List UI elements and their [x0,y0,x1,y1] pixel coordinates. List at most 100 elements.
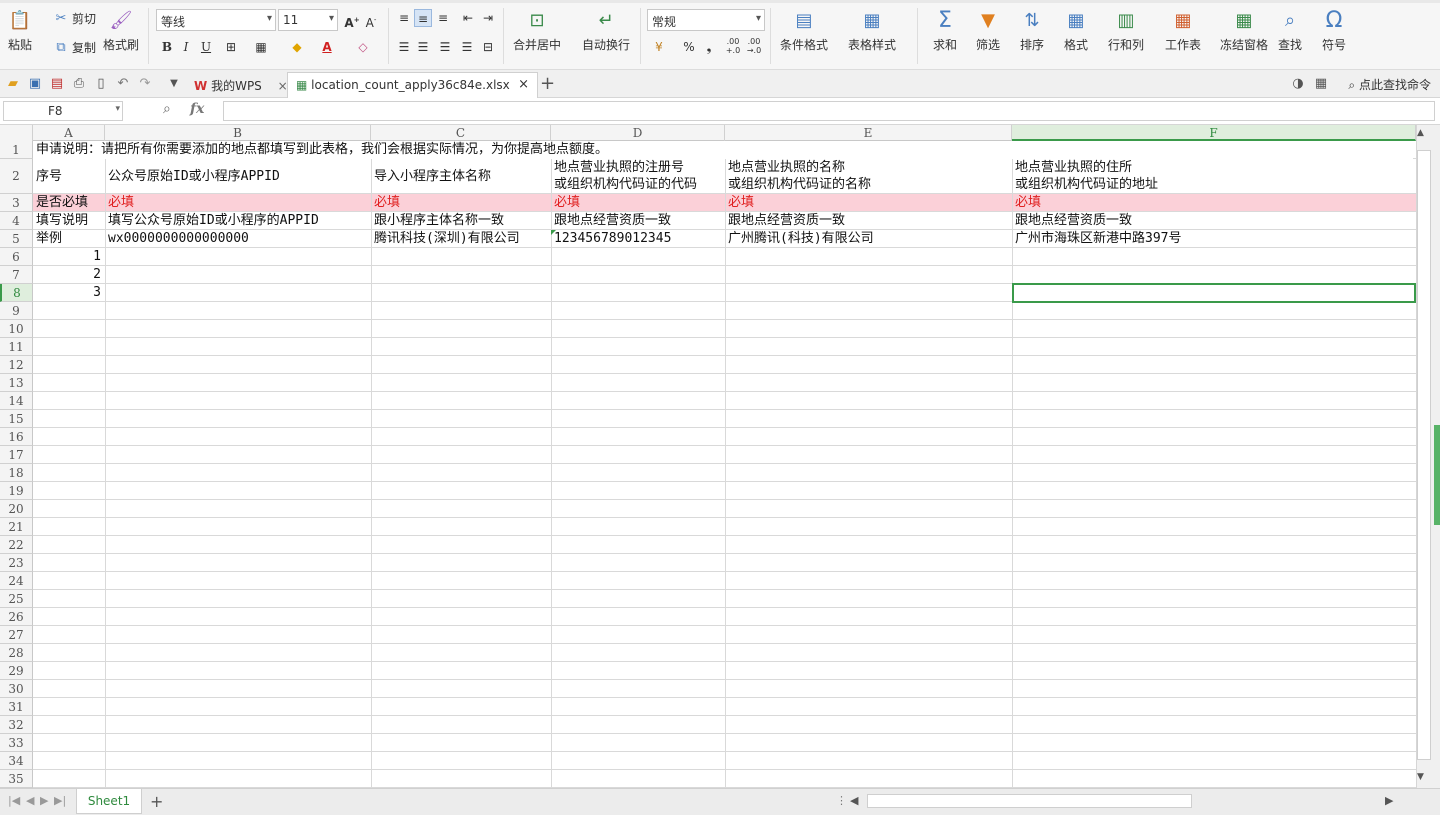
worksheet-button[interactable]: ▦ 工作表 [1165,0,1201,53]
row-header-26[interactable]: 26 [0,608,33,626]
row-header-13[interactable]: 13 [0,374,33,392]
cell-a1[interactable]: 申请说明：请把所有你需要添加的地点都填写到此表格，我们会根据实际情况，为你提高地… [33,141,1413,159]
skin-icon[interactable]: ◑ [1290,76,1306,92]
justify-icon[interactable]: ☰ [458,38,476,56]
horizontal-scroll-thumb[interactable] [867,794,1192,808]
thousands-separator-button[interactable]: ❟ [700,38,718,56]
cell-b2[interactable]: 公众号原始ID或小程序APPID [105,159,371,194]
command-search[interactable]: ⌕ 点此查找命令 [1348,76,1431,93]
select-all-corner[interactable] [0,125,33,141]
dropdown-icon[interactable]: ▼ [166,76,182,92]
vertical-scroll-thumb[interactable] [1417,150,1431,760]
print-icon[interactable]: ⎙ [71,76,87,92]
sheet-grid[interactable]: A B C D E F 1234567891011121314151617181… [0,125,1416,788]
cell-d3[interactable]: 必填 [551,194,725,212]
cell-a3[interactable]: 是否必填 [33,194,105,212]
table-style-button[interactable]: ▦ 表格样式 [848,0,896,53]
row-header-23[interactable]: 23 [0,554,33,572]
row-header-15[interactable]: 15 [0,410,33,428]
cell-f3[interactable]: 必填 [1012,194,1416,212]
column-header-b[interactable]: B [105,125,371,141]
increase-decimal-button[interactable]: .00 +.0 [724,37,742,55]
cell-c2[interactable]: 导入小程序主体名称 [371,159,551,194]
row-header-32[interactable]: 32 [0,716,33,734]
italic-button[interactable]: I [177,38,195,56]
column-header-d[interactable]: D [551,125,725,141]
row-header-16[interactable]: 16 [0,428,33,446]
cell-f4[interactable]: 跟地点经营资质一致 [1012,212,1416,230]
cell-e3[interactable]: 必填 [725,194,1012,212]
row-header-34[interactable]: 34 [0,752,33,770]
pdf-icon[interactable]: ▤ [49,76,65,92]
formula-input[interactable] [223,101,1435,121]
cell-a6[interactable]: 1 [33,248,105,266]
tab-my-wps[interactable]: W 我的WPS × [188,73,294,98]
row-header-9[interactable]: 9 [0,302,33,320]
clear-format-icon[interactable]: ◇ [354,38,372,56]
decrease-decimal-button[interactable]: .00 →.0 [745,37,763,55]
row-header-3[interactable]: 3 [0,194,33,212]
sort-button[interactable]: ⇅ 排序 [1020,0,1044,53]
align-top-icon[interactable]: ≡ [395,9,413,27]
open-folder-icon[interactable]: ▰ [5,76,21,92]
name-box[interactable]: F8 [3,101,123,121]
next-sheet-icon[interactable]: ▶ [40,794,48,807]
row-header-20[interactable]: 20 [0,500,33,518]
row-header-8[interactable]: 8 [0,284,33,302]
cell-b5[interactable]: wx0000000000000000 [105,230,371,248]
cell-e5[interactable]: 广州腾讯(科技)有限公司 [725,230,1012,248]
border-icon[interactable]: ⊞ [222,38,240,56]
tab-file[interactable]: ▦ location_count_apply36c84e.xlsx × [287,72,538,98]
column-header-f[interactable]: F [1012,125,1416,141]
filter-button[interactable]: ▼ 筛选 [976,0,1000,53]
row-header-5[interactable]: 5 [0,230,33,248]
column-header-c[interactable]: C [371,125,551,141]
splitter-icon[interactable]: ⋮ [836,794,847,807]
scroll-down-arrow-icon[interactable]: ▼ [1417,772,1424,782]
row-header-28[interactable]: 28 [0,644,33,662]
row-header-19[interactable]: 19 [0,482,33,500]
distribute-icon[interactable]: ⊟ [479,38,497,56]
font-name-select[interactable]: 等线 [156,9,276,31]
row-header-35[interactable]: 35 [0,770,33,788]
row-header-30[interactable]: 30 [0,680,33,698]
row-header-7[interactable]: 7 [0,266,33,284]
new-tab-icon[interactable]: + [540,73,555,94]
row-header-25[interactable]: 25 [0,590,33,608]
cell-c3[interactable]: 必填 [371,194,551,212]
cell-style-icon[interactable]: ▦ [252,38,270,56]
fill-color-icon[interactable]: ◆ [288,38,306,56]
row-header-27[interactable]: 27 [0,626,33,644]
row-header-10[interactable]: 10 [0,320,33,338]
sum-button[interactable]: Σ 求和 [933,0,957,53]
add-sheet-icon[interactable]: + [150,792,163,811]
cell-a4[interactable]: 填写说明 [33,212,105,230]
row-header-21[interactable]: 21 [0,518,33,536]
row-header-33[interactable]: 33 [0,734,33,752]
cut-button[interactable]: ✂剪切 [53,10,96,27]
font-color-icon[interactable]: A [318,38,336,56]
align-left-icon[interactable]: ☰ [395,38,413,56]
cell-e2[interactable]: 地点营业执照的名称 或组织机构代码证的名称 [725,159,1012,194]
paste-button[interactable]: 📋 粘贴 [8,0,32,53]
conditional-format-button[interactable]: ▤ 条件格式 [780,0,828,53]
freeze-panes-button[interactable]: ▦ 冻结窗格 [1220,0,1268,53]
align-right-icon[interactable]: ☰ [436,38,454,56]
settings-icon[interactable]: ▦ [1313,76,1329,92]
format-painter-button[interactable]: 🖌 格式刷 [103,0,139,53]
row-header-14[interactable]: 14 [0,392,33,410]
row-header-12[interactable]: 12 [0,356,33,374]
indent-decrease-icon[interactable]: ⇤ [459,9,477,27]
active-cell-f8[interactable] [1012,283,1416,303]
decrease-font-button[interactable]: A- [362,11,380,29]
underline-button[interactable]: U [197,38,215,56]
save-icon[interactable]: ▣ [27,76,43,92]
number-format-select[interactable]: 常规 [647,9,765,31]
row-header-11[interactable]: 11 [0,338,33,356]
cell-a8[interactable]: 3 [33,284,105,302]
cell-d5[interactable]: 123456789012345 [551,230,725,248]
align-middle-icon[interactable]: ≡ [414,9,432,27]
cell-a5[interactable]: 举例 [33,230,105,248]
row-header-6[interactable]: 6 [0,248,33,266]
bold-button[interactable]: B [158,38,176,56]
